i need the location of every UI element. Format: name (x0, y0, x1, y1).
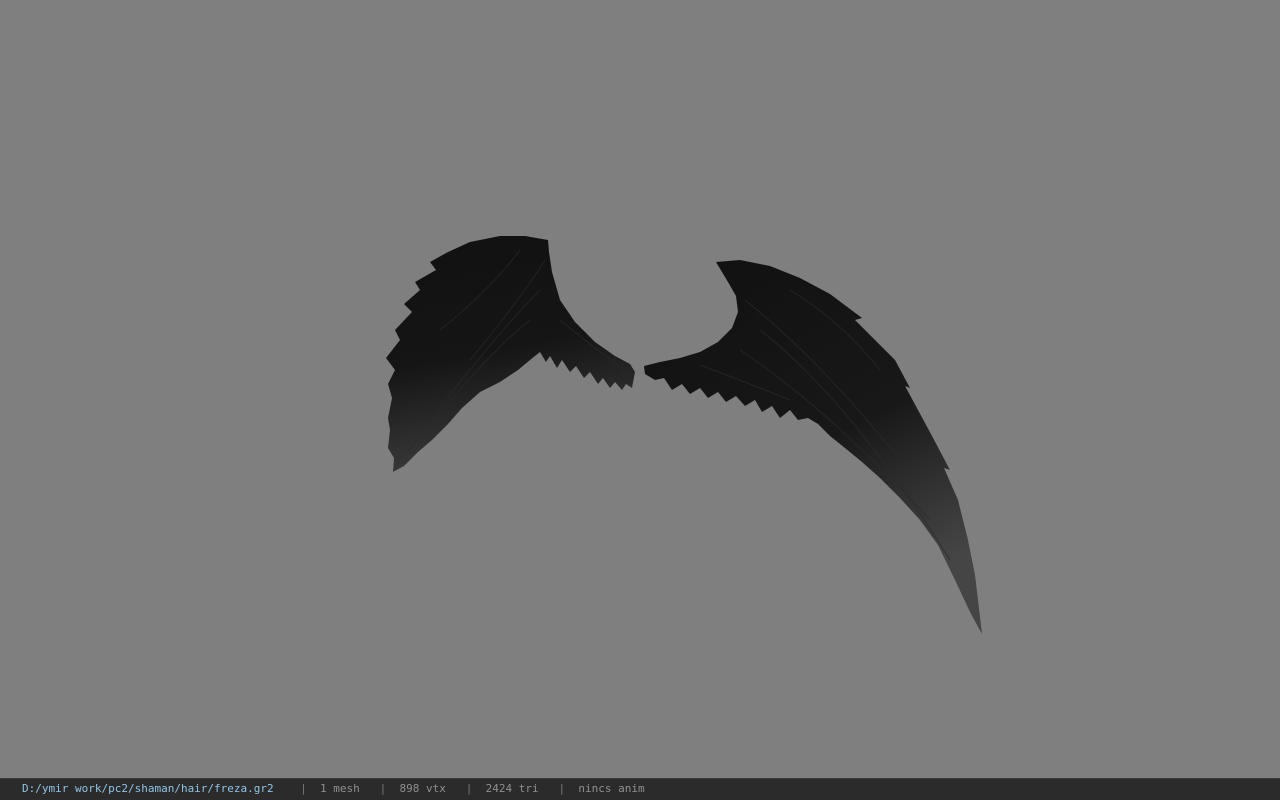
triangle-count: 2424 tri (485, 782, 539, 795)
separator: | (465, 782, 473, 795)
right-wing (644, 260, 982, 634)
status-bar: D:/ymir work/pc2/shaman/hair/freza.gr2 |… (0, 778, 1280, 800)
left-wing (386, 236, 635, 472)
wings-model (386, 236, 982, 634)
mesh-count: 1 mesh (320, 782, 360, 795)
file-path: D:/ymir work/pc2/shaman/hair/freza.gr2 (22, 782, 274, 795)
separator: | (558, 782, 566, 795)
3d-viewport[interactable] (0, 0, 1280, 778)
anim-status: nincs anim (578, 782, 645, 795)
separator: | (379, 782, 387, 795)
separator: | (300, 782, 307, 795)
vertex-count: 898 vtx (399, 782, 446, 795)
